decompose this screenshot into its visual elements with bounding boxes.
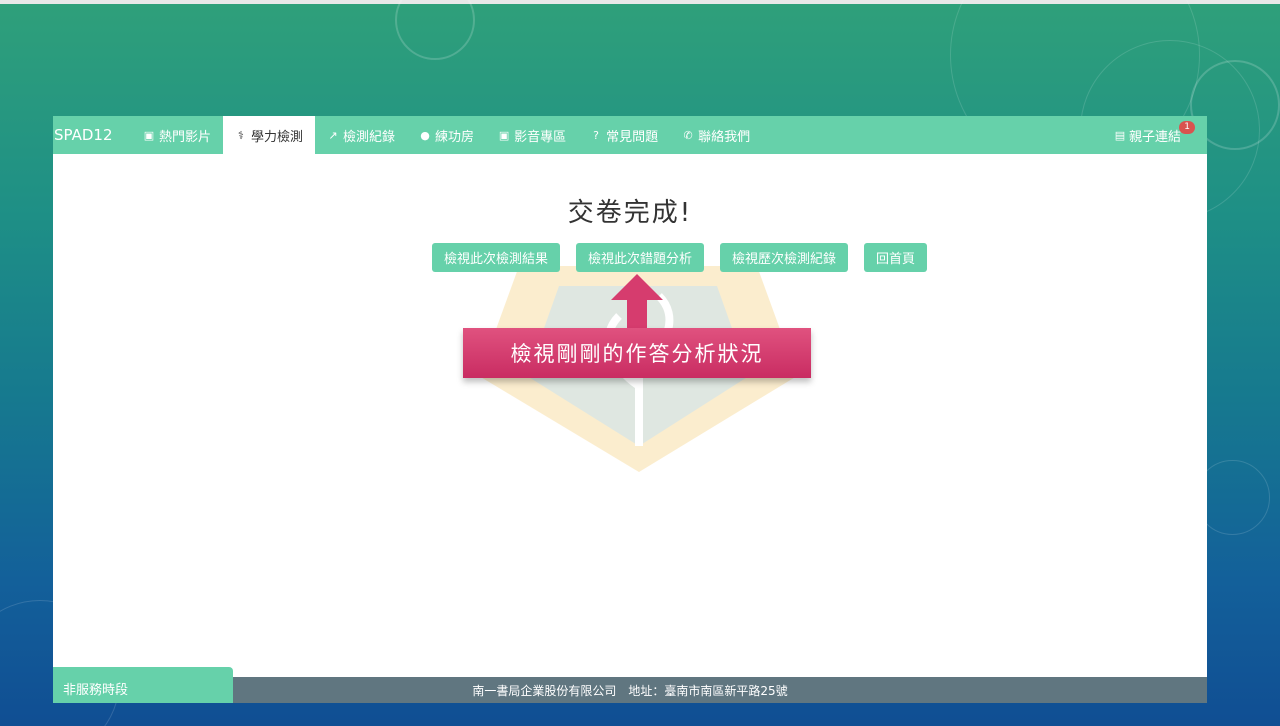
completion-heading: 交卷完成!	[567, 198, 693, 228]
nav-item-faq[interactable]: ? 常見問題	[578, 116, 670, 154]
footer-company: 南一書局企業股份有限公司	[472, 683, 617, 698]
nav-item-test-records[interactable]: ↗ 檢測紀錄	[315, 116, 407, 154]
nav-item-label: 學力檢測	[251, 129, 304, 145]
view-test-result-button[interactable]: 檢視此次檢測結果	[432, 243, 561, 272]
top-navbar: SPAD12 ▣ 熱門影片 ⚕ 學力檢測 ↗ 檢測紀錄 ● 練功房 ▣ 影音專區…	[53, 116, 1207, 154]
nav-item-ability-test[interactable]: ⚕ 學力檢測	[223, 116, 316, 154]
play-square-icon: ▣	[143, 128, 155, 142]
nav-item-label: 親子連結	[1128, 129, 1181, 145]
notification-badge: 1	[1179, 121, 1195, 134]
arrow-up-icon	[611, 274, 663, 330]
nav-item-popular-videos[interactable]: ▣ 熱門影片	[131, 116, 223, 154]
annotation-callout: 檢視剛剛的作答分析狀況	[463, 328, 811, 378]
view-error-analysis-button[interactable]: 檢視此次錯題分析	[576, 243, 705, 272]
brand-logo[interactable]: SPAD12	[53, 126, 131, 144]
line-chart-icon: ↗	[328, 128, 338, 142]
browser-top-strip	[0, 0, 1280, 4]
nav-item-label: 熱門影片	[159, 129, 212, 145]
service-hours-tab[interactable]: 非服務時段	[53, 667, 233, 703]
back-to-home-button[interactable]: 回首頁	[864, 243, 928, 272]
nav-item-label: 影音專區	[514, 129, 567, 145]
question-icon: ?	[593, 128, 599, 142]
view-history-records-button[interactable]: 檢視歷次檢測紀錄	[720, 243, 849, 272]
user-icon: ●	[420, 128, 430, 142]
footer-address: 地址：臺南市南區新平路25號	[628, 683, 788, 698]
play-square-icon: ▣	[498, 128, 510, 142]
action-button-row: 檢視此次檢測結果 檢視此次錯題分析 檢視歷次檢測紀錄 回首頁	[432, 243, 928, 272]
nav-item-practice-room[interactable]: ● 練功房	[407, 116, 486, 154]
nav-item-label: 練功房	[435, 129, 475, 145]
stethoscope-icon: ⚕	[238, 128, 244, 142]
contact-card-icon: ▤	[1114, 128, 1126, 142]
phone-icon: ✆	[683, 128, 693, 142]
nav-item-contact-us[interactable]: ✆ 聯絡我們	[670, 116, 762, 154]
nav-item-label: 聯絡我們	[698, 129, 751, 145]
nav-item-parent-link[interactable]: ▤ 親子連結 1	[1114, 116, 1195, 154]
decorative-ring	[395, 0, 475, 60]
nav-item-label: 檢測紀錄	[343, 129, 396, 145]
nav-item-label: 常見問題	[606, 129, 659, 145]
nav-item-video-zone[interactable]: ▣ 影音專區	[486, 116, 578, 154]
app-window: SPAD12 ▣ 熱門影片 ⚕ 學力檢測 ↗ 檢測紀錄 ● 練功房 ▣ 影音專區…	[53, 116, 1207, 703]
